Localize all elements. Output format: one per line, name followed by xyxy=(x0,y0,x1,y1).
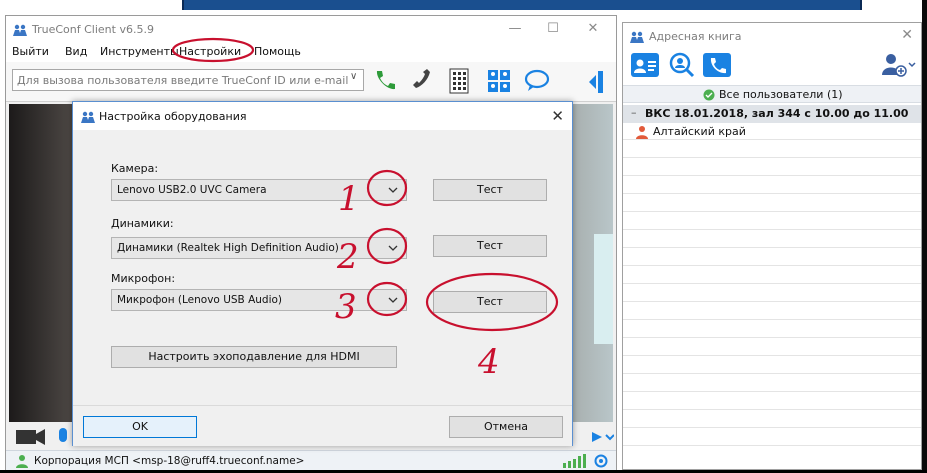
empty-row xyxy=(623,177,921,194)
network-status-icon[interactable] xyxy=(594,454,608,468)
microphone-icon[interactable] xyxy=(56,426,70,448)
menu-exit[interactable]: Выйти xyxy=(12,45,49,58)
contact-card-icon xyxy=(634,59,656,73)
menu-view[interactable]: Вид xyxy=(65,45,87,58)
empty-row xyxy=(623,195,921,212)
contact-avatar-icon xyxy=(636,126,648,139)
empty-row xyxy=(623,249,921,266)
trueconf-logo-icon xyxy=(13,24,27,36)
video-monitor-region xyxy=(594,234,613,344)
hdmi-echo-cancel-button[interactable]: Настроить эхоподавление для HDMI xyxy=(111,346,397,368)
contact-list-item[interactable]: Алтайский край xyxy=(623,123,921,140)
microphone-select-value: Микрофон (Lenovo USB Audio) xyxy=(117,294,283,306)
online-status-icon xyxy=(703,89,715,101)
video-settings-icon[interactable] xyxy=(590,426,614,448)
microphone-test-button[interactable]: Тест xyxy=(433,291,547,313)
menu-settings[interactable]: Настройки xyxy=(179,45,241,58)
all-users-filter[interactable]: Все пользователи (1) xyxy=(623,85,921,103)
chevron-down-icon[interactable] xyxy=(386,184,400,196)
address-book-title: Адресная книга xyxy=(649,30,742,43)
address-book-toolbar xyxy=(623,47,921,85)
speakers-test-button[interactable]: Тест xyxy=(433,235,547,257)
status-account: Корпорация МСП <msp-18@ruff4.trueconf.na… xyxy=(34,455,305,467)
background-window-strip xyxy=(182,0,862,10)
empty-row xyxy=(623,321,921,338)
menu-help[interactable]: Помощь xyxy=(254,45,301,58)
camera-icon[interactable] xyxy=(14,426,48,448)
maximize-button[interactable]: ☐ xyxy=(536,19,570,39)
screen: TrueConf Client v6.5.9 — ☐ ✕ Выйти Вид И… xyxy=(0,0,927,473)
call-toolbar: Для вызова пользователя введите TrueConf… xyxy=(6,62,616,102)
empty-row xyxy=(623,411,921,428)
client-title: TrueConf Client v6.5.9 xyxy=(32,23,154,36)
address-book-close-button[interactable]: ✕ xyxy=(901,27,913,43)
call-input-dropdown-icon[interactable]: ∨ xyxy=(350,71,357,82)
chat-icon[interactable] xyxy=(522,66,552,96)
address-book-title-bar: Адресная книга ✕ xyxy=(623,23,921,47)
status-bar: Корпорация МСП <msp-18@ruff4.trueconf.na… xyxy=(6,450,616,470)
dialog-app-icon xyxy=(81,111,95,123)
minimize-button[interactable]: — xyxy=(498,19,532,39)
contact-group[interactable]: – ВКС 18.01.2018, зал 344 с 10.00 до 11.… xyxy=(623,105,921,123)
empty-row xyxy=(623,429,921,446)
empty-row xyxy=(623,141,921,158)
search-user-icon[interactable] xyxy=(667,51,697,79)
empty-row xyxy=(623,375,921,392)
dialog-close-button[interactable]: ✕ xyxy=(551,107,564,125)
empty-row xyxy=(623,357,921,374)
dialpad-icon[interactable] xyxy=(444,66,474,96)
contacts-card-button[interactable] xyxy=(631,53,659,77)
add-user-icon[interactable] xyxy=(879,51,917,79)
microphone-label: Микрофон: xyxy=(111,272,176,285)
contact-name: Алтайский край xyxy=(653,125,746,138)
empty-row xyxy=(623,303,921,320)
empty-row xyxy=(623,213,921,230)
ok-button[interactable]: OK xyxy=(83,416,197,438)
menu-tools[interactable]: Инструменты xyxy=(100,45,179,58)
call-history-button[interactable] xyxy=(703,53,731,77)
address-book-logo-icon xyxy=(630,31,644,43)
chevron-down-icon[interactable] xyxy=(386,242,400,254)
menu-bar: Выйти Вид Инструменты Настройки Помощь xyxy=(6,42,616,62)
dialog-footer: OK Отмена xyxy=(73,405,572,446)
empty-row xyxy=(623,231,921,248)
collapse-group-icon[interactable]: – xyxy=(631,106,637,119)
collapse-panel-icon[interactable] xyxy=(586,66,606,96)
dialog-title: Настройка оборудования xyxy=(99,110,247,123)
call-phone-icon[interactable] xyxy=(370,66,400,96)
close-button[interactable]: ✕ xyxy=(576,19,610,39)
speakers-select-value: Динамики (Realtek High Definition Audio) xyxy=(117,242,339,254)
camera-select[interactable]: Lenovo USB2.0 UVC Camera xyxy=(111,179,407,201)
microphone-select[interactable]: Микрофон (Lenovo USB Audio) xyxy=(111,289,407,311)
hangup-phone-icon[interactable] xyxy=(408,66,438,96)
empty-row xyxy=(623,339,921,356)
hardware-settings-dialog: Настройка оборудования ✕ Камера: Lenovo … xyxy=(72,101,573,446)
empty-row xyxy=(623,393,921,410)
signal-strength-icon xyxy=(563,454,586,468)
screen-edge xyxy=(922,0,927,473)
camera-select-value: Lenovo USB2.0 UVC Camera xyxy=(117,184,267,196)
speakers-label: Динамики: xyxy=(111,217,174,230)
cancel-button[interactable]: Отмена xyxy=(449,416,563,438)
speakers-select[interactable]: Динамики (Realtek High Definition Audio) xyxy=(111,237,407,259)
user-avatar-icon xyxy=(16,455,28,468)
empty-row xyxy=(623,267,921,284)
camera-test-button[interactable]: Тест xyxy=(433,179,547,201)
chevron-down-icon[interactable] xyxy=(386,294,400,306)
call-input[interactable]: Для вызова пользователя введите TrueConf… xyxy=(12,69,364,91)
empty-row xyxy=(623,285,921,302)
phone-icon xyxy=(710,58,726,74)
client-title-bar: TrueConf Client v6.5.9 — ☐ ✕ xyxy=(6,16,616,42)
camera-label: Камера: xyxy=(111,162,159,175)
address-book-window: Адресная книга ✕ Все пользователи (1) – … xyxy=(622,22,922,470)
dialog-title-bar: Настройка оборудования ✕ xyxy=(73,102,572,130)
contact-group-title: ВКС 18.01.2018, зал 344 с 10.00 до 11.00 xyxy=(645,107,909,120)
empty-row xyxy=(623,159,921,176)
contacts-grid-icon[interactable] xyxy=(484,66,514,96)
all-users-label: Все пользователи (1) xyxy=(719,88,843,101)
